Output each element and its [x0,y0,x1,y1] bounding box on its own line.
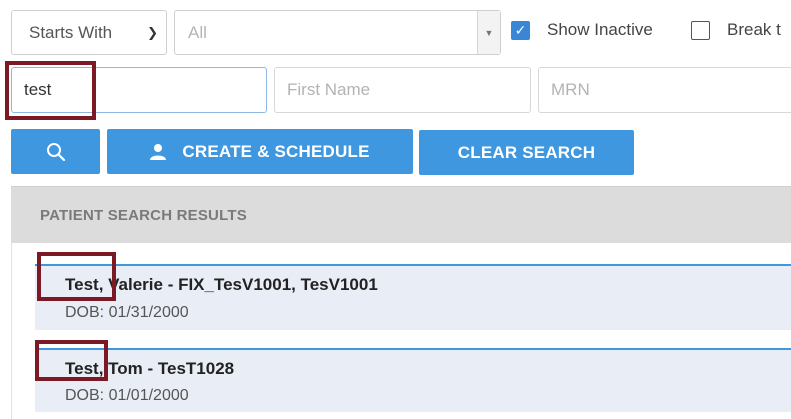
result-item[interactable]: Test, Valerie - FIX_TesV1001, TesV1001 D… [35,264,791,330]
create-schedule-label: CREATE & SCHEDULE [182,141,370,161]
location-value: All [188,22,207,42]
mrn-placeholder: MRN [551,80,590,99]
clear-search-label: CLEAR SEARCH [457,142,596,162]
checkmark-icon: ✓ [514,22,527,38]
first-name-input[interactable]: First Name [274,67,531,113]
first-name-placeholder: First Name [287,80,371,99]
match-mode-value: Starts With [29,22,113,42]
show-inactive-checkbox[interactable]: ✓ [511,21,530,40]
search-icon [46,142,65,161]
result-dob: DOB: 01/01/2000 [65,387,189,404]
create-schedule-button[interactable]: CREATE & SCHEDULE [107,129,413,174]
user-icon [150,144,167,160]
results-header: PATIENT SEARCH RESULTS [11,186,791,243]
dropdown-arrow-icon[interactable]: ▼ [477,11,500,54]
location-combo[interactable]: All ▼ [174,10,501,55]
break-label: Break t [727,20,781,39]
result-match-highlight [35,340,108,381]
result-match-highlight [37,252,116,301]
result-dob: DOB: 01/31/2000 [65,304,189,321]
show-inactive-label: Show Inactive [547,20,653,39]
match-mode-select[interactable]: Starts With ❯ [11,10,167,55]
result-item[interactable]: Test, Tom - TesT1028 DOB: 01/01/2000 [35,348,791,412]
mrn-input[interactable]: MRN [538,67,791,113]
chevron-down-icon: ❯ [147,24,158,40]
break-checkbox[interactable] [691,21,710,40]
clear-search-button[interactable]: CLEAR SEARCH [419,130,634,175]
search-button[interactable] [11,129,100,174]
search-term-highlight [5,61,96,120]
results-header-label: PATIENT SEARCH RESULTS [40,206,247,224]
